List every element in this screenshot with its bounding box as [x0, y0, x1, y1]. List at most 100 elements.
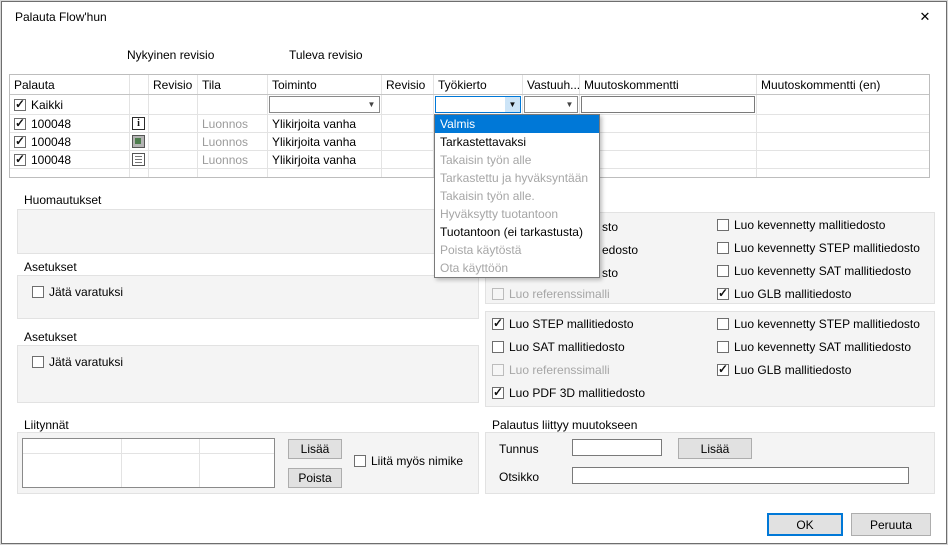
- tyokierto-all-combo[interactable]: ▼: [435, 96, 521, 113]
- dropdown-item[interactable]: Tarkastettavaksi: [435, 133, 599, 151]
- create-light-step-option: Luo kevennetty STEP mallitiedosto: [717, 241, 920, 255]
- table-header-row: Palauta Revisio Tila Toiminto Revisio Ty…: [10, 75, 929, 95]
- item-checkbox[interactable]: [14, 136, 26, 148]
- item-checkbox[interactable]: [14, 154, 26, 166]
- tyokierto-dropdown-list: Valmis Tarkastettavaksi Takaisin työn al…: [434, 114, 600, 278]
- ok-button[interactable]: OK: [767, 513, 843, 536]
- create-light-model-option: Luo kevennetty mallitiedosto: [717, 218, 885, 232]
- keep-reserved-option-1: Jätä varatuksi: [32, 285, 123, 299]
- chevron-down-icon[interactable]: ▼: [364, 97, 379, 112]
- create-sat-checkbox[interactable]: [492, 341, 504, 353]
- settings1-section-label: Asetukset: [24, 260, 77, 274]
- muutoskommentti-all-input[interactable]: [581, 96, 755, 113]
- create-light-step-checkbox[interactable]: [717, 242, 729, 254]
- listbox-divider: [199, 439, 200, 487]
- create-sat-option: Luo SAT mallitiedosto: [492, 340, 625, 354]
- keep-reserved-label: Jätä varatuksi: [49, 285, 123, 299]
- create-pdf3d-option: Luo PDF 3D mallitiedosto: [492, 386, 645, 400]
- col-tyokierto: Työkierto: [434, 75, 523, 94]
- create-pdf3d-checkbox[interactable]: [492, 387, 504, 399]
- cancel-button[interactable]: Peruuta: [851, 513, 931, 536]
- item-state: Luonnos: [198, 151, 268, 168]
- item-id: 100048: [31, 117, 71, 131]
- create-light-sat-checkbox[interactable]: [717, 265, 729, 277]
- create-reference-model-checkbox[interactable]: [492, 288, 504, 300]
- create-light-sat-option: Luo kevennetty SAT mallitiedosto: [717, 340, 911, 354]
- item-checkbox[interactable]: [14, 118, 26, 130]
- create-reference-model-option: Luo referenssimalli: [492, 363, 610, 377]
- change-add-button[interactable]: Lisää: [678, 438, 752, 459]
- dropdown-item[interactable]: Valmis: [435, 115, 599, 133]
- toiminto-all-combo[interactable]: ▼: [269, 96, 380, 113]
- info-icon: i: [132, 117, 145, 130]
- item-action[interactable]: Ylikirjoita vanha: [268, 115, 382, 132]
- clipped-label-fragment: edosto: [602, 243, 638, 257]
- create-step-option: Luo STEP mallitiedosto: [492, 317, 634, 331]
- col-palauta: Palauta: [10, 75, 130, 94]
- current-revision-header: Nykyinen revisio: [127, 48, 214, 62]
- model-icon: [132, 135, 145, 148]
- item-id: 100048: [31, 135, 71, 149]
- dropdown-item: Ota käyttöön: [435, 259, 599, 277]
- clipped-label-fragment: sto: [602, 220, 618, 234]
- dropdown-item: Takaisin työn alle: [435, 151, 599, 169]
- create-light-step-option: Luo kevennetty STEP mallitiedosto: [717, 317, 920, 331]
- item-state: Luonnos: [198, 133, 268, 150]
- change-section-label: Palautus liittyy muutokseen: [492, 418, 637, 432]
- future-revision-header: Tuleva revisio: [289, 48, 363, 62]
- palauta-flow-dialog: Palauta Flow'hun ✕ Nykyinen revisio Tule…: [1, 1, 947, 544]
- col-vastuuhenkilo: Vastuuh...: [523, 75, 580, 94]
- create-light-sat-option: Luo kevennetty SAT mallitiedosto: [717, 264, 911, 278]
- chevron-down-icon[interactable]: ▼: [562, 97, 577, 112]
- create-glb-checkbox[interactable]: [717, 288, 729, 300]
- link-item-checkbox[interactable]: [354, 455, 366, 467]
- table-row-all: Kaikki ▼ ▼ ▼: [10, 95, 929, 115]
- links-add-button[interactable]: Lisää: [288, 439, 342, 459]
- create-glb-checkbox[interactable]: [717, 364, 729, 376]
- otsikko-input[interactable]: [572, 467, 909, 484]
- clipped-label-fragment: sto: [602, 266, 618, 280]
- settings2-section-label: Asetukset: [24, 330, 77, 344]
- create-step-checkbox[interactable]: [492, 318, 504, 330]
- col-icon: [130, 75, 149, 94]
- keep-reserved-option-2: Jätä varatuksi: [32, 355, 123, 369]
- link-item-label: Liitä myös nimike: [371, 454, 463, 468]
- dropdown-item: Poista käytöstä: [435, 241, 599, 259]
- dropdown-item: Takaisin työn alle.: [435, 187, 599, 205]
- tunnus-input[interactable]: [572, 439, 662, 456]
- keep-reserved-checkbox[interactable]: [32, 356, 44, 368]
- settings2-box: [17, 345, 479, 403]
- dropdown-item[interactable]: Tuotantoon (ei tarkastusta): [435, 223, 599, 241]
- tunnus-label: Tunnus: [499, 442, 539, 456]
- dropdown-item: Hyväksytty tuotantoon: [435, 205, 599, 223]
- item-action[interactable]: Ylikirjoita vanha: [268, 151, 382, 168]
- item-id: 100048: [31, 153, 71, 167]
- item-state: Luonnos: [198, 115, 268, 132]
- dialog-title: Palauta Flow'hun: [15, 10, 107, 24]
- create-light-sat-checkbox[interactable]: [717, 341, 729, 353]
- notes-box: [17, 209, 479, 254]
- all-row-label: Kaikki: [31, 98, 63, 112]
- dropdown-item: Tarkastettu ja hyväksyntään: [435, 169, 599, 187]
- select-all-checkbox[interactable]: [14, 99, 26, 111]
- close-icon[interactable]: ✕: [914, 7, 936, 27]
- vastuuhenkilo-all-combo[interactable]: ▼: [524, 96, 578, 113]
- create-glb-option: Luo GLB mallitiedosto: [717, 287, 851, 301]
- link-item-option: Liitä myös nimike: [354, 454, 463, 468]
- create-light-step-checkbox[interactable]: [717, 318, 729, 330]
- create-light-model-checkbox[interactable]: [717, 219, 729, 231]
- links-section-label: Liitynnät: [24, 418, 69, 432]
- keep-reserved-checkbox[interactable]: [32, 286, 44, 298]
- drawing-icon: [132, 153, 145, 166]
- create-reference-model-option: Luo referenssimalli: [492, 287, 610, 301]
- create-reference-model-checkbox[interactable]: [492, 364, 504, 376]
- create-glb-option: Luo GLB mallitiedosto: [717, 363, 851, 377]
- links-remove-button[interactable]: Poista: [288, 468, 342, 488]
- links-listbox[interactable]: [22, 438, 275, 488]
- item-action[interactable]: Ylikirjoita vanha: [268, 133, 382, 150]
- chevron-down-icon[interactable]: ▼: [505, 97, 520, 112]
- col-toiminto: Toiminto: [268, 75, 382, 94]
- notes-section-label: Huomautukset: [24, 193, 101, 207]
- keep-reserved-label: Jätä varatuksi: [49, 355, 123, 369]
- listbox-divider: [121, 439, 122, 487]
